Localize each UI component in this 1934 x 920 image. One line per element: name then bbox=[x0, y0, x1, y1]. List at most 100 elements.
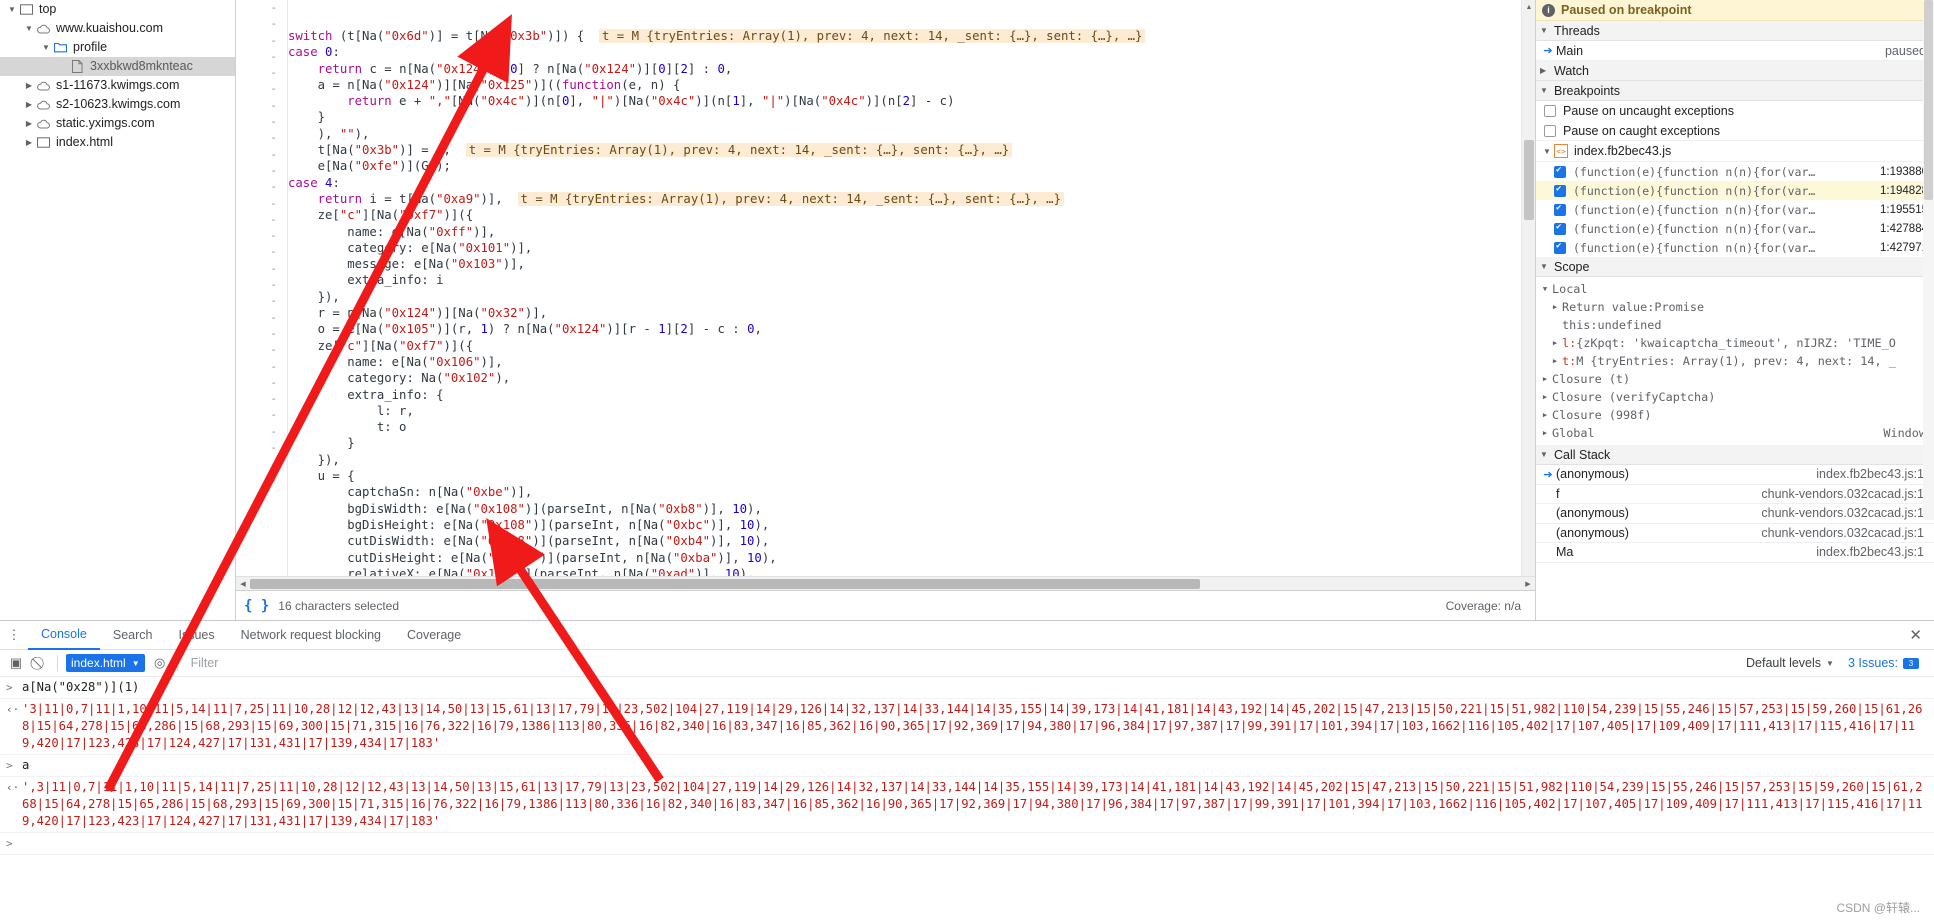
scope-closure-row[interactable]: ▶ Closure (t) bbox=[1536, 370, 1934, 388]
gutter-line[interactable]: - bbox=[236, 65, 287, 81]
code-line[interactable]: ), ""), bbox=[288, 126, 1535, 142]
scope-variable-row[interactable]: ▶ l: {zKpqt: 'kwaicaptcha_timeout', nIJRZ… bbox=[1536, 334, 1934, 352]
chevron-down-icon[interactable]: ▼ bbox=[6, 0, 18, 19]
scope-variable-row[interactable]: this: undefined bbox=[1536, 316, 1934, 334]
call-stack-frame[interactable]: Ma index.fb2bec43.js:1 bbox=[1536, 543, 1934, 563]
file-tree-item[interactable]: ▶ s1-11673.kwimgs.com bbox=[0, 76, 235, 95]
watch-section-header[interactable]: ▶ Watch bbox=[1536, 61, 1934, 81]
scroll-up-arrow-icon[interactable]: ▲ bbox=[1522, 0, 1535, 14]
gutter-line[interactable]: - bbox=[236, 147, 287, 163]
chevron-right-icon[interactable]: ▶ bbox=[1538, 411, 1552, 419]
code-line[interactable]: name: e[Na("0xff")], bbox=[288, 224, 1535, 240]
console-input-line[interactable]: > bbox=[0, 833, 1934, 855]
drawer-tab-console[interactable]: Console bbox=[28, 621, 100, 650]
code-line[interactable]: } bbox=[288, 109, 1535, 125]
file-tree-item[interactable]: ▶ s2-10623.kwimgs.com bbox=[0, 95, 235, 114]
gutter-line[interactable]: - bbox=[236, 440, 287, 456]
gutter-line[interactable]: - bbox=[236, 212, 287, 228]
chevron-down-icon[interactable]: ▼ bbox=[40, 38, 52, 57]
file-tree-item[interactable]: ▼ profile bbox=[0, 38, 235, 57]
code-line[interactable]: case 4: bbox=[288, 175, 1535, 191]
breakpoint-checkbox[interactable] bbox=[1554, 184, 1566, 197]
code-line[interactable]: ze["c"][Na("0xf7")]({ bbox=[288, 207, 1535, 223]
code-line[interactable]: cutDisWidth: e[Na("0x108")](parseInt, n[… bbox=[288, 533, 1535, 549]
scope-closure-row[interactable]: ▶ Closure (verifyCaptcha) bbox=[1536, 388, 1934, 406]
file-tree-item[interactable]: ▶ static.yximgs.com bbox=[0, 114, 235, 133]
file-navigator[interactable]: ▼ top ▼ www.kuaishou.com ▼ profile 3xxbkwd8mkn… bbox=[0, 0, 236, 620]
chevron-right-icon[interactable]: ▶ bbox=[1548, 339, 1562, 347]
gutter-line[interactable]: - bbox=[236, 407, 287, 423]
code-line[interactable]: t: o bbox=[288, 419, 1535, 435]
code-line[interactable]: t[Na("0x3b")] = 4, t = M {tryEntries: Ar… bbox=[288, 142, 1535, 158]
chevron-right-icon[interactable]: ▶ bbox=[1538, 393, 1552, 401]
pause-caught-exceptions-row[interactable]: Pause on caught exceptions bbox=[1536, 121, 1934, 141]
code-line[interactable]: category: e[Na("0x101")], bbox=[288, 240, 1535, 256]
breakpoint-item[interactable]: (function(e){function n(n){for(var… 1:427… bbox=[1536, 219, 1934, 238]
scope-section-header[interactable]: ▼ Scope bbox=[1536, 257, 1934, 277]
file-tree-item[interactable]: ▼ www.kuaishou.com bbox=[0, 19, 235, 38]
threads-section-header[interactable]: ▼ Threads bbox=[1536, 21, 1934, 41]
gutter-line[interactable]: - bbox=[236, 196, 287, 212]
chevron-right-icon[interactable]: ▶ bbox=[1538, 375, 1552, 383]
gutter-line[interactable]: - bbox=[236, 228, 287, 244]
gutter-line[interactable]: - bbox=[236, 114, 287, 130]
debugger-scrollbar-thumb[interactable] bbox=[1924, 0, 1933, 200]
breakpoint-item[interactable]: (function(e){function n(n){for(var… 1:195… bbox=[1536, 200, 1934, 219]
code-line[interactable]: return c = n[Na("0x124")][0] ? n[Na("0x1… bbox=[288, 61, 1535, 77]
code-line[interactable]: u = { bbox=[288, 468, 1535, 484]
drawer-tab-network-request-blocking[interactable]: Network request blocking bbox=[228, 621, 394, 650]
code-line[interactable]: ze["c"][Na("0xf7")]({ bbox=[288, 338, 1535, 354]
file-tree-item[interactable]: 3xxbkwd8mknteac bbox=[0, 57, 235, 76]
gutter-line[interactable]: - bbox=[236, 261, 287, 277]
editor-horizontal-scrollbar[interactable]: ◀ ▶ bbox=[236, 576, 1535, 590]
clear-console-icon[interactable]: ⃠ bbox=[28, 651, 52, 675]
code-line[interactable]: }), bbox=[288, 289, 1535, 305]
gutter-line[interactable]: - bbox=[236, 342, 287, 358]
gutter-line[interactable]: - bbox=[236, 424, 287, 440]
more-options-icon[interactable]: ⋮ bbox=[0, 628, 28, 641]
gutter-line[interactable]: - bbox=[236, 98, 287, 114]
code-line[interactable]: return e + ","[Na("0x4c")](n[0], "|")[Na… bbox=[288, 93, 1535, 109]
chevron-right-icon[interactable]: ▶ bbox=[23, 76, 35, 95]
console-sidebar-toggle-icon[interactable]: ▣ bbox=[4, 651, 28, 675]
gutter-line[interactable]: - bbox=[236, 326, 287, 342]
code-line[interactable]: bgDisHeight: e[Na("0x108")](parseInt, n[… bbox=[288, 517, 1535, 533]
code-line[interactable]: switch (t[Na("0x6d")] = t[Na("0x3b")]) {… bbox=[288, 28, 1535, 44]
file-tree-item[interactable]: ▼ top bbox=[0, 0, 235, 19]
code-line[interactable]: r = n[Na("0x124")][Na("0x32")], bbox=[288, 305, 1535, 321]
gutter-line[interactable]: - bbox=[236, 163, 287, 179]
scope-global-row[interactable]: ▶ Global Window bbox=[1536, 424, 1934, 442]
gutter-line[interactable]: - bbox=[236, 391, 287, 407]
issues-badge[interactable]: 3 Issues: 3 bbox=[1848, 656, 1924, 670]
execution-context-select[interactable]: index.html ▼ bbox=[66, 654, 145, 672]
scope-closure-row[interactable]: ▶ Closure (998f) bbox=[1536, 406, 1934, 424]
gutter-line[interactable]: - bbox=[236, 49, 287, 65]
code-line[interactable]: a = n[Na("0x124")][Na("0x125")]((functio… bbox=[288, 77, 1535, 93]
breakpoint-item[interactable]: (function(e){function n(n){for(var… 1:193… bbox=[1536, 162, 1934, 181]
code-line[interactable]: } bbox=[288, 435, 1535, 451]
gutter-line[interactable]: - bbox=[236, 244, 287, 260]
scroll-left-arrow-icon[interactable]: ◀ bbox=[236, 577, 250, 591]
chevron-right-icon[interactable]: ▶ bbox=[23, 133, 35, 152]
editor-vertical-scrollbar[interactable]: ▲ ▼ bbox=[1521, 0, 1535, 590]
gutter-line[interactable]: - bbox=[236, 33, 287, 49]
code-line[interactable]: name: e[Na("0x106")], bbox=[288, 354, 1535, 370]
gutter-line[interactable]: - bbox=[236, 277, 287, 293]
h-scrollbar-thumb[interactable] bbox=[250, 579, 1200, 589]
scroll-right-arrow-icon[interactable]: ▶ bbox=[1521, 577, 1535, 591]
editor-scroll-area[interactable]: ------------------------------ switch (t… bbox=[236, 0, 1535, 590]
call-stack-frame[interactable]: (anonymous) chunk-vendors.032cacad.js:1 bbox=[1536, 524, 1934, 543]
gutter-line[interactable]: - bbox=[236, 456, 287, 472]
console-filter-input[interactable]: Filter bbox=[191, 656, 1746, 670]
pause-uncaught-exceptions-row[interactable]: Pause on uncaught exceptions bbox=[1536, 101, 1934, 121]
console-result-line[interactable]: ‹· ',3|11|0,7|11|1,10|11|5,14|11|7,25|11|… bbox=[0, 777, 1934, 833]
gutter-line[interactable]: - bbox=[236, 16, 287, 32]
gutter-line[interactable]: - bbox=[236, 179, 287, 195]
live-expression-icon[interactable]: ◎ bbox=[148, 651, 172, 675]
chevron-right-icon[interactable]: ▶ bbox=[1538, 429, 1552, 437]
chevron-right-icon[interactable]: ▶ bbox=[1548, 357, 1562, 365]
chevron-right-icon[interactable]: ▶ bbox=[23, 114, 35, 133]
code-line[interactable]: message: e[Na("0x103")], bbox=[288, 256, 1535, 272]
code-line[interactable]: category: Na("0x102"), bbox=[288, 370, 1535, 386]
call-stack-frame[interactable]: f chunk-vendors.032cacad.js:1 bbox=[1536, 485, 1934, 504]
